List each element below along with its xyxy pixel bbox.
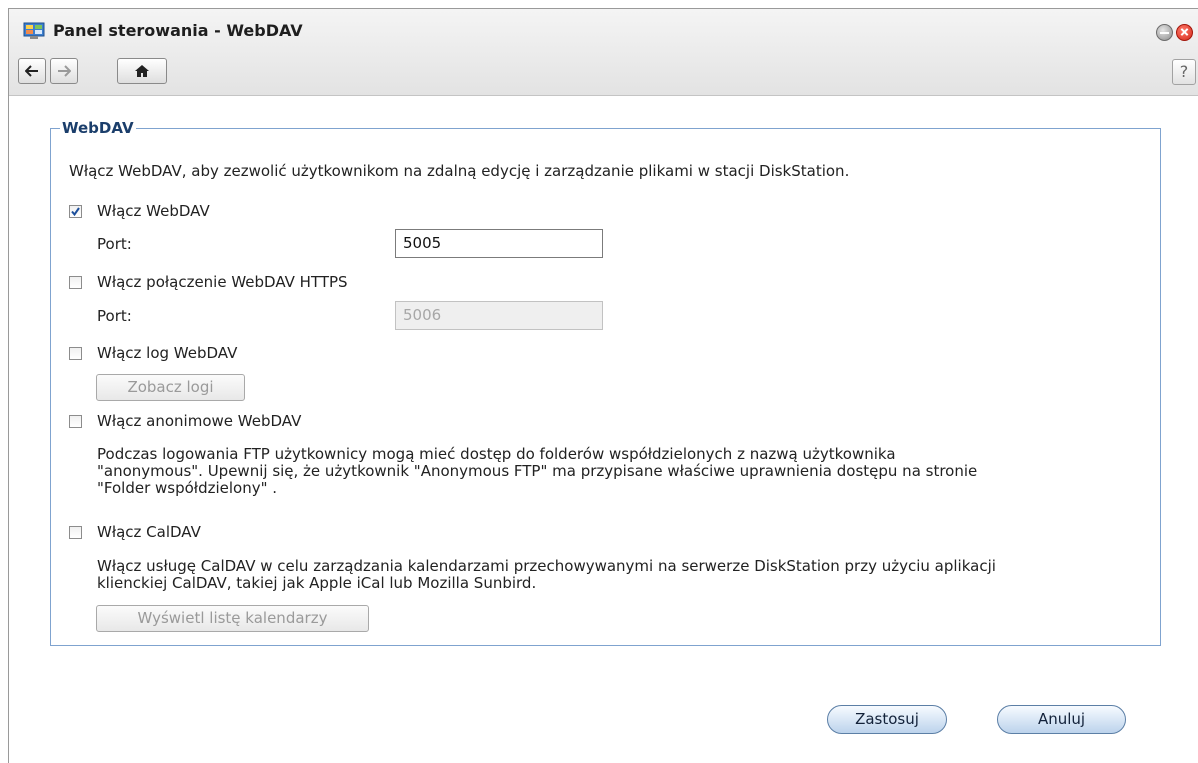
view-calendars-button[interactable]: Wyświetl listę kalendarzy xyxy=(96,605,369,632)
enable-caldav-label[interactable]: Włącz CalDAV xyxy=(97,523,201,541)
webdav-port-label: Port: xyxy=(97,235,132,253)
enable-https-checkbox[interactable] xyxy=(69,276,82,289)
group-legend: WebDAV xyxy=(62,119,134,137)
forward-button[interactable] xyxy=(50,58,78,84)
https-port-input[interactable]: 5006 xyxy=(395,301,603,330)
control-panel-icon xyxy=(23,22,45,39)
caldav-description: Włącz usługę CalDAV w celu zarządzania k… xyxy=(97,558,996,592)
enable-webdav-label[interactable]: Włącz WebDAV xyxy=(97,202,210,220)
home-button[interactable] xyxy=(117,58,167,84)
section-description: Włącz WebDAV, aby zezwolić użytkownikom … xyxy=(69,162,850,180)
anonymous-description-line: Podczas logowania FTP użytkownicy mogą m… xyxy=(97,445,896,463)
cancel-button[interactable]: Anuluj xyxy=(997,705,1126,734)
enable-webdav-checkbox[interactable] xyxy=(69,205,82,218)
enable-https-label[interactable]: Włącz połączenie WebDAV HTTPS xyxy=(97,273,348,291)
checkmark-icon xyxy=(71,207,80,217)
anonymous-description-line: "Folder współdzielony" . xyxy=(97,479,278,497)
enable-anonymous-checkbox[interactable] xyxy=(69,415,82,428)
https-port-label: Port: xyxy=(97,307,132,325)
anonymous-description: Podczas logowania FTP użytkownicy mogą m… xyxy=(97,446,977,497)
view-logs-button[interactable]: Zobacz logi xyxy=(96,374,245,401)
close-button[interactable] xyxy=(1176,24,1193,41)
apply-button[interactable]: Zastosuj xyxy=(827,705,947,734)
help-button[interactable]: ? xyxy=(1172,59,1196,85)
caldav-description-line: Włącz usługę CalDAV w celu zarządzania k… xyxy=(97,557,996,575)
arrow-left-icon xyxy=(25,65,38,77)
enable-log-label[interactable]: Włącz log WebDAV xyxy=(97,344,237,362)
home-icon xyxy=(135,65,149,77)
window-title: Panel sterowania - WebDAV xyxy=(53,21,303,40)
back-button[interactable] xyxy=(18,58,46,84)
caldav-description-line: klienckiej CalDAV, takiej jak Apple iCal… xyxy=(97,574,537,592)
arrow-right-icon xyxy=(58,65,71,77)
minimize-button[interactable] xyxy=(1156,24,1173,41)
enable-caldav-checkbox[interactable] xyxy=(69,526,82,539)
anonymous-description-line: "anonymous". Upewnij się, że użytkownik … xyxy=(97,462,978,480)
title-bar: Panel sterowania - WebDAV ? xyxy=(9,9,1198,96)
enable-log-checkbox[interactable] xyxy=(69,347,82,360)
webdav-port-input[interactable]: 5005 xyxy=(395,229,603,258)
enable-anonymous-label[interactable]: Włącz anonimowe WebDAV xyxy=(97,412,301,430)
